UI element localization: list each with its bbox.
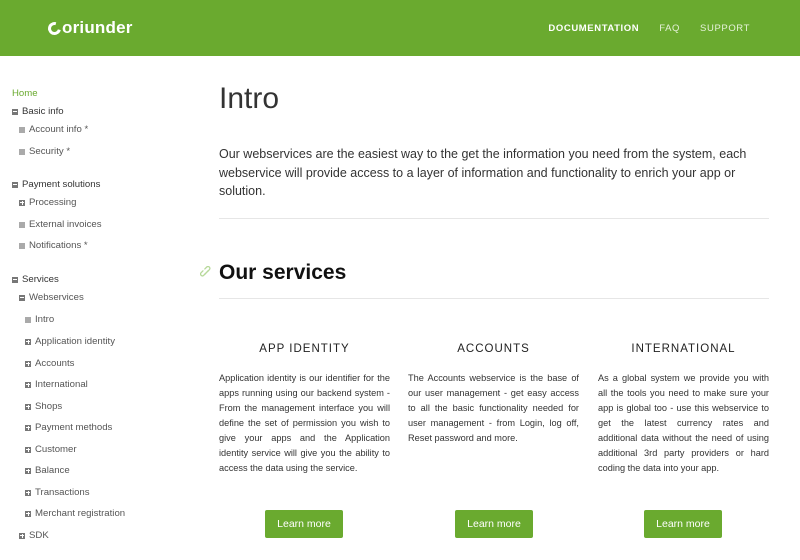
sidebar-item-balance[interactable]: Balance bbox=[25, 465, 70, 476]
collapse-icon[interactable] bbox=[12, 276, 18, 283]
sidebar-item-application-identity[interactable]: Application identity bbox=[25, 336, 115, 347]
sidebar-item-services[interactable]: Services bbox=[12, 274, 59, 285]
nav-support[interactable]: SUPPORT bbox=[700, 23, 750, 34]
sidebar-item-label: Application identity bbox=[35, 336, 115, 347]
service-description: The Accounts webservice is the base of o… bbox=[408, 373, 579, 443]
sidebar-item-security[interactable]: Security * bbox=[19, 146, 70, 157]
service-title: ACCOUNTS bbox=[457, 343, 530, 355]
divider bbox=[219, 218, 769, 219]
sidebar-item-label: Merchant registration bbox=[35, 508, 126, 519]
sidebar-item-intro[interactable]: Intro bbox=[25, 314, 54, 325]
sidebar-item-payment-methods[interactable]: Payment methods bbox=[25, 422, 112, 433]
service-title: APP IDENTITY bbox=[259, 343, 350, 355]
expand-icon[interactable] bbox=[25, 424, 31, 431]
service-international: INTERNATIONAL As a global system we prov… bbox=[598, 343, 769, 476]
bullet-icon bbox=[19, 242, 25, 249]
expand-icon[interactable] bbox=[19, 532, 25, 539]
collapse-icon[interactable] bbox=[12, 108, 18, 115]
expand-icon[interactable] bbox=[25, 467, 31, 474]
sidebar-item-label: Customer bbox=[35, 444, 77, 455]
sidebar-item-label: Webservices bbox=[29, 292, 84, 303]
sidebar-item-merchant-registration[interactable]: Merchant registration bbox=[25, 508, 125, 519]
sidebar-item-label: Security * bbox=[29, 146, 71, 157]
sidebar-item-payment-solutions[interactable]: Payment solutions bbox=[12, 179, 100, 190]
top-bar: oriunder DOCUMENTATION FAQ SUPPORT bbox=[0, 0, 800, 56]
sidebar-item-label: Intro bbox=[35, 314, 55, 325]
expand-icon[interactable] bbox=[25, 510, 31, 517]
sidebar: Home Basic info Account info * Security … bbox=[0, 56, 190, 560]
service-description: Application identity is our identifier f… bbox=[219, 373, 390, 473]
sidebar-item-external-invoices[interactable]: External invoices bbox=[19, 219, 102, 230]
service-description: As a global system we provide you with a… bbox=[598, 373, 769, 473]
sidebar-item-account-info[interactable]: Account info * bbox=[19, 124, 88, 135]
intro-paragraph: Our webservices are the easiest way to t… bbox=[219, 147, 747, 198]
page-title: Intro bbox=[219, 82, 280, 115]
expand-icon[interactable] bbox=[25, 360, 31, 367]
sidebar-item-sdk[interactable]: SDK bbox=[19, 530, 49, 541]
sidebar-item-label: International bbox=[35, 379, 88, 390]
bullet-icon bbox=[25, 316, 31, 323]
sidebar-item-label: Home bbox=[12, 88, 38, 99]
sidebar-item-label: Accounts bbox=[35, 358, 75, 369]
top-nav: DOCUMENTATION FAQ SUPPORT bbox=[548, 23, 750, 34]
sidebar-item-label: Balance bbox=[35, 465, 70, 476]
sidebar-item-label: Shops bbox=[35, 401, 63, 412]
sidebar-item-label: Payment solutions bbox=[22, 179, 101, 190]
sidebar-item-home[interactable]: Home bbox=[12, 88, 38, 99]
sidebar-item-label: Account info * bbox=[29, 124, 89, 135]
expand-icon[interactable] bbox=[25, 489, 31, 496]
divider bbox=[219, 298, 769, 299]
expand-icon[interactable] bbox=[25, 381, 31, 388]
bullet-icon bbox=[19, 221, 25, 228]
sidebar-item-webservices[interactable]: Webservices bbox=[19, 292, 84, 303]
bullet-icon bbox=[19, 148, 25, 155]
sidebar-item-notifications[interactable]: Notifications * bbox=[19, 240, 88, 251]
sidebar-item-accounts[interactable]: Accounts bbox=[25, 358, 74, 369]
sidebar-item-label: Transactions bbox=[35, 487, 90, 498]
sidebar-item-label: Processing bbox=[29, 197, 77, 208]
nav-faq[interactable]: FAQ bbox=[659, 23, 680, 34]
learn-more-button-international[interactable]: Learn more bbox=[644, 510, 722, 538]
expand-icon[interactable] bbox=[19, 199, 25, 206]
logo[interactable]: oriunder bbox=[45, 18, 133, 38]
collapse-icon[interactable] bbox=[19, 294, 25, 301]
sidebar-item-transactions[interactable]: Transactions bbox=[25, 487, 90, 498]
logo-text: oriunder bbox=[62, 18, 133, 37]
expand-icon[interactable] bbox=[25, 338, 31, 345]
learn-more-button-app-identity[interactable]: Learn more bbox=[265, 510, 343, 538]
expand-icon[interactable] bbox=[25, 403, 31, 410]
sidebar-item-shops[interactable]: Shops bbox=[25, 401, 62, 412]
sidebar-item-international[interactable]: International bbox=[25, 379, 88, 390]
link-icon[interactable] bbox=[200, 266, 213, 279]
section-title: Our services bbox=[219, 261, 347, 284]
sidebar-item-label: Basic info bbox=[22, 106, 64, 117]
logo-mark-icon bbox=[45, 19, 64, 37]
bullet-icon bbox=[19, 126, 25, 133]
service-accounts: ACCOUNTS The Accounts webservice is the … bbox=[408, 343, 579, 446]
sidebar-item-basic-info[interactable]: Basic info bbox=[12, 106, 64, 117]
learn-more-button-accounts[interactable]: Learn more bbox=[455, 510, 533, 538]
service-title: INTERNATIONAL bbox=[631, 343, 736, 355]
sidebar-item-label: Services bbox=[22, 274, 59, 285]
sidebar-item-label: External invoices bbox=[29, 219, 102, 230]
sidebar-item-customer[interactable]: Customer bbox=[25, 444, 77, 455]
sidebar-item-label: Notifications * bbox=[29, 240, 88, 251]
sidebar-item-processing[interactable]: Processing bbox=[19, 197, 76, 208]
nav-documentation[interactable]: DOCUMENTATION bbox=[548, 23, 639, 34]
sidebar-item-label: SDK bbox=[29, 530, 49, 541]
sidebar-item-label: Payment methods bbox=[35, 422, 113, 433]
collapse-icon[interactable] bbox=[12, 181, 18, 188]
service-app-identity: APP IDENTITY Application identity is our… bbox=[219, 343, 390, 476]
expand-icon[interactable] bbox=[25, 446, 31, 453]
